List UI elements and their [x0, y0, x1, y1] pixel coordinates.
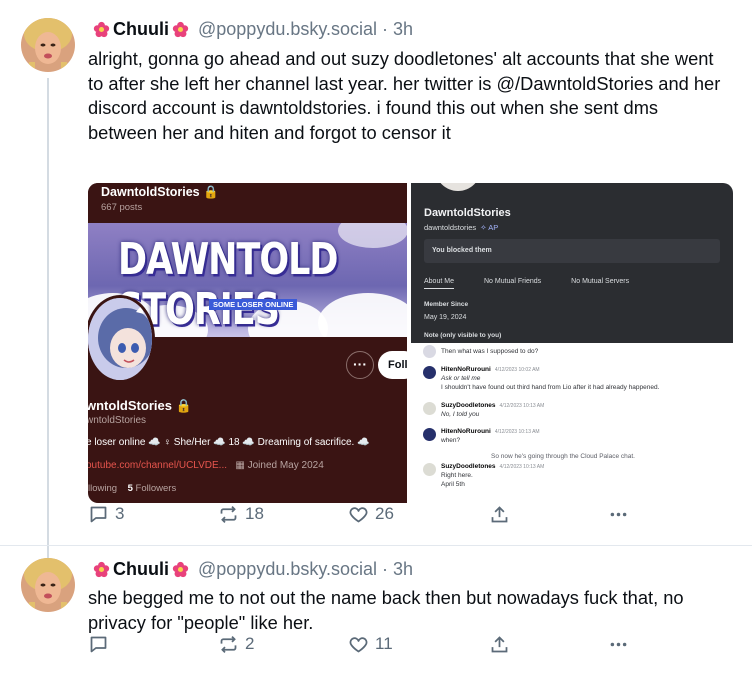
reply-count: 3: [115, 504, 125, 523]
avatar[interactable]: [21, 18, 75, 72]
more-options-button[interactable]: [608, 634, 629, 655]
reply-preview: So now he's going through the Cloud Pala…: [491, 453, 635, 460]
repost-count: 2: [245, 634, 255, 653]
like-count: 11: [375, 634, 393, 653]
twitter-profile-screenshot[interactable]: DawntoldStories 🔒 667 posts DAWNTOLD STO…: [88, 183, 407, 503]
repost-count: 18: [245, 504, 264, 523]
discord-screenshot[interactable]: DawntoldStories dawntoldstories ✧ AP You…: [411, 183, 733, 503]
twitter-avatar: [88, 295, 155, 383]
post-header: Chuuli @poppydu.bsky.social · 3h: [90, 19, 413, 40]
lock-icon: 🔒: [203, 185, 219, 199]
like-button[interactable]: 11: [348, 634, 393, 655]
tab-mutual-friends: No Mutual Friends: [483, 278, 542, 285]
twitter-display-name: DawntoldStories 🔒: [101, 185, 219, 199]
tab-mutual-servers: No Mutual Servers: [571, 278, 630, 285]
flower-emoji-icon: [172, 21, 189, 38]
tab-about-me: About Me: [424, 278, 454, 289]
reply-button[interactable]: 3: [88, 504, 124, 525]
repost-button[interactable]: 2: [218, 634, 254, 655]
discord-username: dawntoldstories ✧ AP: [424, 223, 499, 232]
flower-emoji-icon: [172, 561, 189, 578]
member-since-label: Member Since: [424, 301, 469, 308]
chat-message: HitenNoRurouni 4/12/2023 10:02 AM Ask or …: [411, 366, 733, 396]
timestamp[interactable]: 3h: [393, 19, 413, 40]
author-name[interactable]: Chuuli: [113, 19, 169, 40]
discord-avatar: [435, 183, 481, 191]
profile-link[interactable]: outube.com/channel/UCLVDE...: [88, 460, 227, 471]
reply-icon: [90, 506, 107, 522]
banner-title: DAWNTOLD STORIES: [118, 235, 338, 335]
calendar-icon: ▦: [229, 460, 248, 471]
discord-profile: DawntoldStories dawntoldstories ✧ AP You…: [411, 183, 733, 343]
timestamp[interactable]: 3h: [393, 559, 413, 580]
followers-label[interactable]: Followers: [136, 483, 177, 494]
share-button[interactable]: [489, 504, 510, 525]
following-label[interactable]: llowing: [88, 483, 117, 494]
discord-display-name: DawntoldStories: [424, 207, 511, 219]
more-icon: [610, 642, 627, 646]
twitter-header: DawntoldStories 🔒 667 posts: [88, 183, 407, 223]
post[interactable]: Chuuli @poppydu.bsky.social · 3h she beg…: [0, 546, 752, 681]
chat-message: SuzyDoodletones 4/12/2023 10:13 AM Right …: [411, 463, 733, 493]
follow-counts: llowing 5 Followers: [88, 483, 176, 494]
profile-handle: wntoldStories: [88, 415, 147, 426]
profile-meta: outube.com/channel/UCLVDE... ▦ Joined Ma…: [88, 460, 324, 471]
follow-button[interactable]: Follo: [378, 351, 407, 379]
reply-icon: [90, 636, 107, 652]
image-gallery[interactable]: DawntoldStories 🔒 667 posts DAWNTOLD STO…: [88, 183, 733, 503]
post-text: alright, gonna go ahead and out suzy doo…: [88, 48, 721, 143]
repost-icon: [220, 635, 237, 653]
share-icon: [491, 635, 508, 652]
discord-profile-tabs: About Me No Mutual Friends No Mutual Ser…: [424, 278, 629, 289]
avatar[interactable]: [21, 558, 75, 612]
more-options-button[interactable]: ···: [346, 351, 374, 379]
join-date: Joined May 2024: [247, 460, 324, 471]
lock-icon: 🔒: [175, 398, 192, 413]
profile-name: wntoldStories 🔒: [88, 398, 192, 413]
share-icon: [491, 505, 508, 522]
chat-message: SuzyDoodletones 4/12/2023 10:13 AM No, I …: [411, 402, 733, 422]
like-button[interactable]: 26: [348, 504, 394, 525]
followers-count: 5: [127, 483, 133, 494]
post-header: Chuuli @poppydu.bsky.social · 3h: [90, 559, 413, 580]
post-text: she begged me to not out the name back t…: [88, 587, 684, 633]
author-handle[interactable]: @poppydu.bsky.social: [198, 19, 377, 40]
banner-subtitle: SOME LOSER ONLINE: [209, 299, 298, 310]
flower-emoji-icon: [93, 561, 110, 578]
separator: ·: [382, 19, 389, 39]
like-count: 26: [375, 504, 394, 523]
author-handle[interactable]: @poppydu.bsky.social: [198, 559, 377, 580]
author-name[interactable]: Chuuli: [113, 559, 169, 580]
reply-button[interactable]: [88, 634, 109, 655]
repost-icon: [220, 505, 237, 523]
heart-icon: [349, 636, 368, 652]
more-options-button[interactable]: [608, 504, 629, 525]
share-button[interactable]: [489, 634, 510, 655]
blocked-notice: You blocked them: [424, 239, 720, 263]
repost-button[interactable]: 18: [218, 504, 264, 525]
flower-emoji-icon: [93, 21, 110, 38]
twitter-post-count: 667 posts: [101, 202, 143, 213]
more-icon: [610, 512, 627, 516]
member-since-date: May 19, 2024: [424, 314, 467, 321]
chat-message: Then what was I supposed to do?: [411, 345, 733, 361]
separator: ·: [382, 559, 389, 579]
post[interactable]: Chuuli @poppydu.bsky.social · 3h alright…: [0, 0, 752, 546]
heart-icon: [349, 506, 368, 522]
note-label: Note (only visible to you): [424, 332, 502, 339]
profile-bio: e loser online ☁️ ♀ She/Her ☁️ 18 ☁️ Dre…: [88, 437, 370, 448]
chat-message: HitenNoRurouni 4/12/2023 10:13 AM when?: [411, 428, 733, 448]
